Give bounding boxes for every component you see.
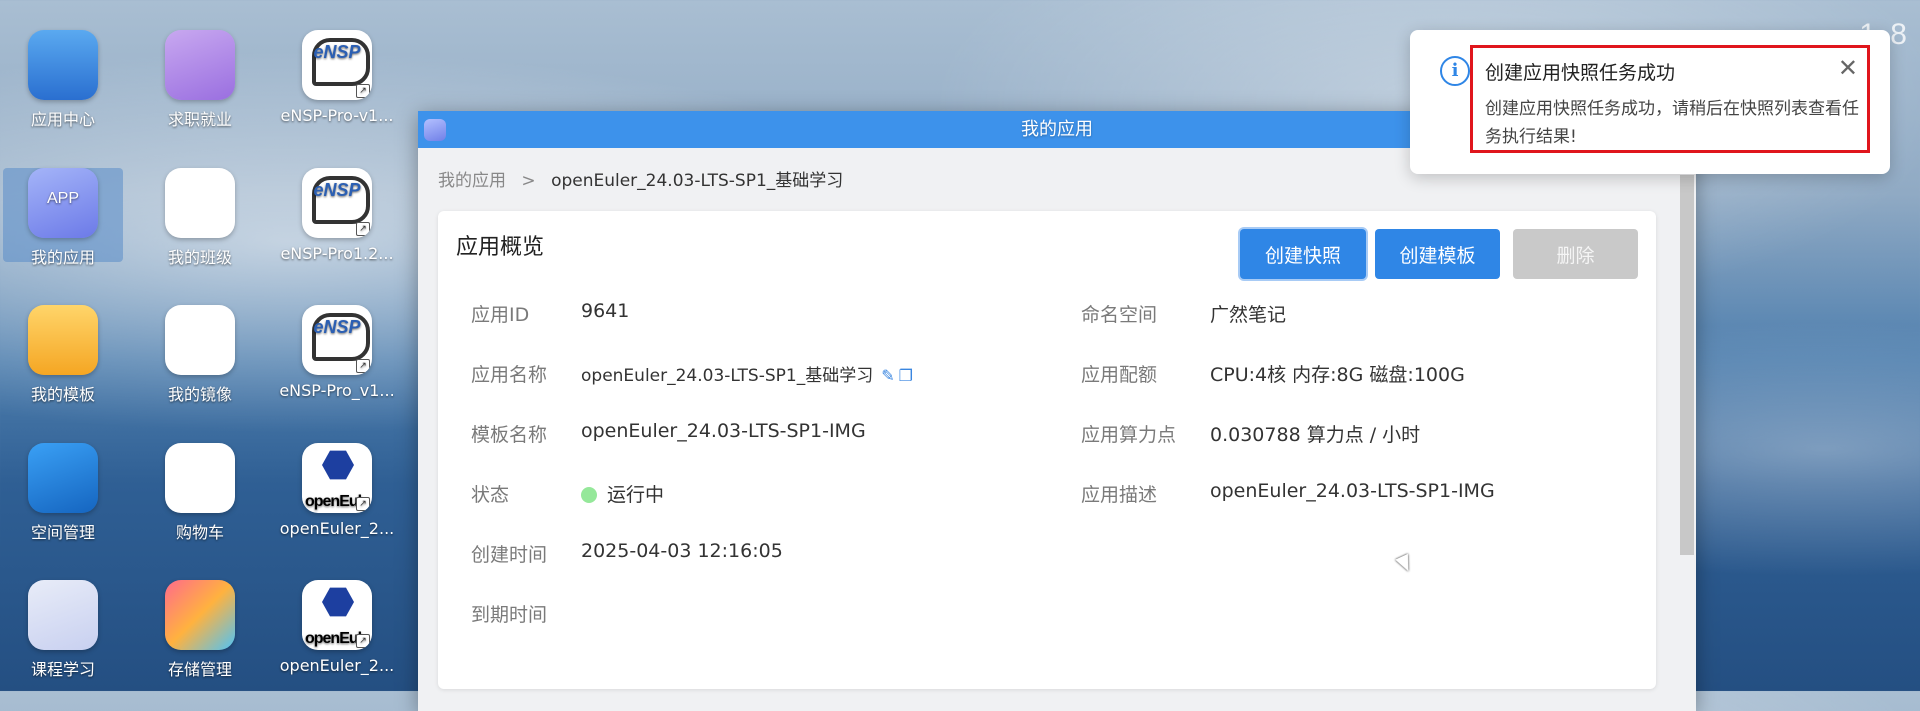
desktop-icon-my-template[interactable]: 我的模板 <box>3 305 123 405</box>
create-snapshot-button[interactable]: 创建快照 <box>1240 229 1366 279</box>
book-icon <box>28 580 98 650</box>
status-row: 运行中 <box>581 480 664 507</box>
desktop-icon-app-center[interactable]: 应用中心 <box>3 30 123 130</box>
desktop-icon-label: 存储管理 <box>167 660 232 679</box>
ensp-icon: eNSP ↗ <box>302 30 372 100</box>
desktop-icon-label: 课程学习 <box>30 660 95 679</box>
ring-icon <box>28 443 98 513</box>
quota-value: CPU:4核 内存:8G 磁盘:100G <box>1210 364 1465 386</box>
status-dot-icon <box>581 487 597 503</box>
desktop-icon-label: 我的镜像 <box>167 385 232 404</box>
copy-icon[interactable]: ❐ <box>899 366 913 385</box>
desktop-icon-label: 空间管理 <box>30 523 95 542</box>
desktop-icon-job[interactable]: 求职就业 <box>140 30 260 130</box>
desktop-icon-my-class[interactable]: 我的班级 <box>140 168 260 268</box>
app-name-value: openEuler_24.03-LTS-SP1_基础学习 <box>581 366 874 386</box>
desktop-icon-ensp-1[interactable]: eNSP ↗ eNSP-Pro-v1... <box>277 30 397 125</box>
key-icon <box>165 30 235 100</box>
breadcrumb-root-link[interactable]: 我的应用 <box>438 171 506 191</box>
compute-value: 0.030788 算力点 / 小时 <box>1210 424 1421 446</box>
template-name-label: 模板名称 <box>471 424 548 446</box>
breadcrumb-separator: > <box>521 171 536 191</box>
breadcrumb: 我的应用 > openEuler_24.03-LTS-SP1_基础学习 <box>438 166 843 191</box>
status-label: 状态 <box>471 484 510 506</box>
delete-button[interactable]: 删除 <box>1513 229 1638 279</box>
quota-label: 应用配额 <box>1081 364 1158 386</box>
desc-value: openEuler_24.03-LTS-SP1-IMG <box>1210 480 1495 502</box>
breadcrumb-current: openEuler_24.03-LTS-SP1_基础学习 <box>551 171 844 191</box>
desktop-icon-label: openEuler_2... <box>279 656 395 675</box>
desktop-icon-label: openEuler_2... <box>279 519 395 538</box>
notification-title: 创建应用快照任务成功 <box>1485 62 1676 84</box>
desktop-icon-label: 求职就业 <box>167 110 232 129</box>
window-scrollbar[interactable] <box>1680 175 1694 555</box>
desktop-icon-my-image[interactable]: 我的镜像 <box>140 305 260 405</box>
paint-icon <box>165 580 235 650</box>
openeuler-icon: openEule ↗ <box>302 580 372 650</box>
app-id-label: 应用ID <box>471 304 530 326</box>
overview-title: 应用概览 <box>456 235 545 260</box>
folder-icon <box>28 305 98 375</box>
app-window-icon <box>424 119 446 141</box>
close-icon[interactable]: ✕ <box>1838 54 1858 82</box>
desktop-icon-label: eNSP-Pro1.2... <box>280 244 394 263</box>
bowtie-icon <box>165 305 235 375</box>
compute-label: 应用算力点 <box>1081 424 1177 446</box>
ensp-icon: eNSP ↗ <box>302 168 372 238</box>
app-id-value: 9641 <box>581 300 630 322</box>
desktop-icon-label: 应用中心 <box>30 110 95 129</box>
notification-toast: i 创建应用快照任务成功 创建应用快照任务成功，请稍后在快照列表查看任务执行结果… <box>1410 30 1890 174</box>
cart-icon <box>165 443 235 513</box>
namespace-label: 命名空间 <box>1081 304 1158 326</box>
desktop-icon-label: 我的应用 <box>30 248 95 267</box>
app-icon: APP <box>28 168 98 238</box>
desktop-icon-label: 我的模板 <box>30 385 95 404</box>
desktop-icon-my-app[interactable]: APP 我的应用 <box>3 168 123 267</box>
notification-body: 创建应用快照任务成功，请稍后在快照列表查看任务执行结果! <box>1485 99 1859 147</box>
ensp-icon: eNSP ↗ <box>302 305 372 375</box>
created-label: 创建时间 <box>471 544 548 566</box>
my-app-window: 我的应用 我的应用 > openEuler_24.03-LTS-SP1_基础学习… <box>418 111 1696 711</box>
desktop-icon-ensp-3[interactable]: eNSP ↗ eNSP-Pro_v1... <box>277 305 397 400</box>
created-value: 2025-04-03 12:16:05 <box>581 540 783 562</box>
desktop-icon-label: eNSP-Pro_v1... <box>279 381 395 400</box>
list-icon <box>165 168 235 238</box>
desc-label: 应用描述 <box>1081 484 1158 506</box>
app-name-row: openEuler_24.03-LTS-SP1_基础学习 ✎ ❐ <box>581 361 913 386</box>
desktop-icon-label: eNSP-Pro-v1... <box>280 106 394 125</box>
expire-label: 到期时间 <box>471 604 548 626</box>
overview-card: 应用概览 创建快照 创建模板 删除 应用ID 9641 应用名称 openEul… <box>438 211 1656 689</box>
template-name-value: openEuler_24.03-LTS-SP1-IMG <box>581 420 866 442</box>
desktop-icon-space[interactable]: 空间管理 <box>3 443 123 543</box>
shopping-bag-icon <box>28 30 98 100</box>
desktop-icon-cart[interactable]: 购物车 <box>140 443 260 543</box>
window-title: 我的应用 <box>1021 119 1093 140</box>
app-name-label: 应用名称 <box>471 364 548 386</box>
openeuler-icon: openEule ↗ <box>302 443 372 513</box>
status-value: 运行中 <box>607 484 665 506</box>
desktop-icon-label: 我的班级 <box>167 248 232 267</box>
info-icon: i <box>1440 56 1470 86</box>
create-template-button[interactable]: 创建模板 <box>1375 229 1500 279</box>
desktop-icon-label: 购物车 <box>175 523 224 542</box>
desktop-icon-openeuler-1[interactable]: openEule ↗ openEuler_2... <box>277 443 397 538</box>
desktop-icon-course[interactable]: 课程学习 <box>3 580 123 680</box>
desktop-icon-ensp-2[interactable]: eNSP ↗ eNSP-Pro1.2... <box>277 168 397 263</box>
desktop-icon-openeuler-2[interactable]: openEule ↗ openEuler_2... <box>277 580 397 675</box>
edit-icon[interactable]: ✎ <box>881 366 894 385</box>
desktop-icon-storage[interactable]: 存储管理 <box>140 580 260 680</box>
namespace-value: 广然笔记 <box>1210 304 1287 326</box>
